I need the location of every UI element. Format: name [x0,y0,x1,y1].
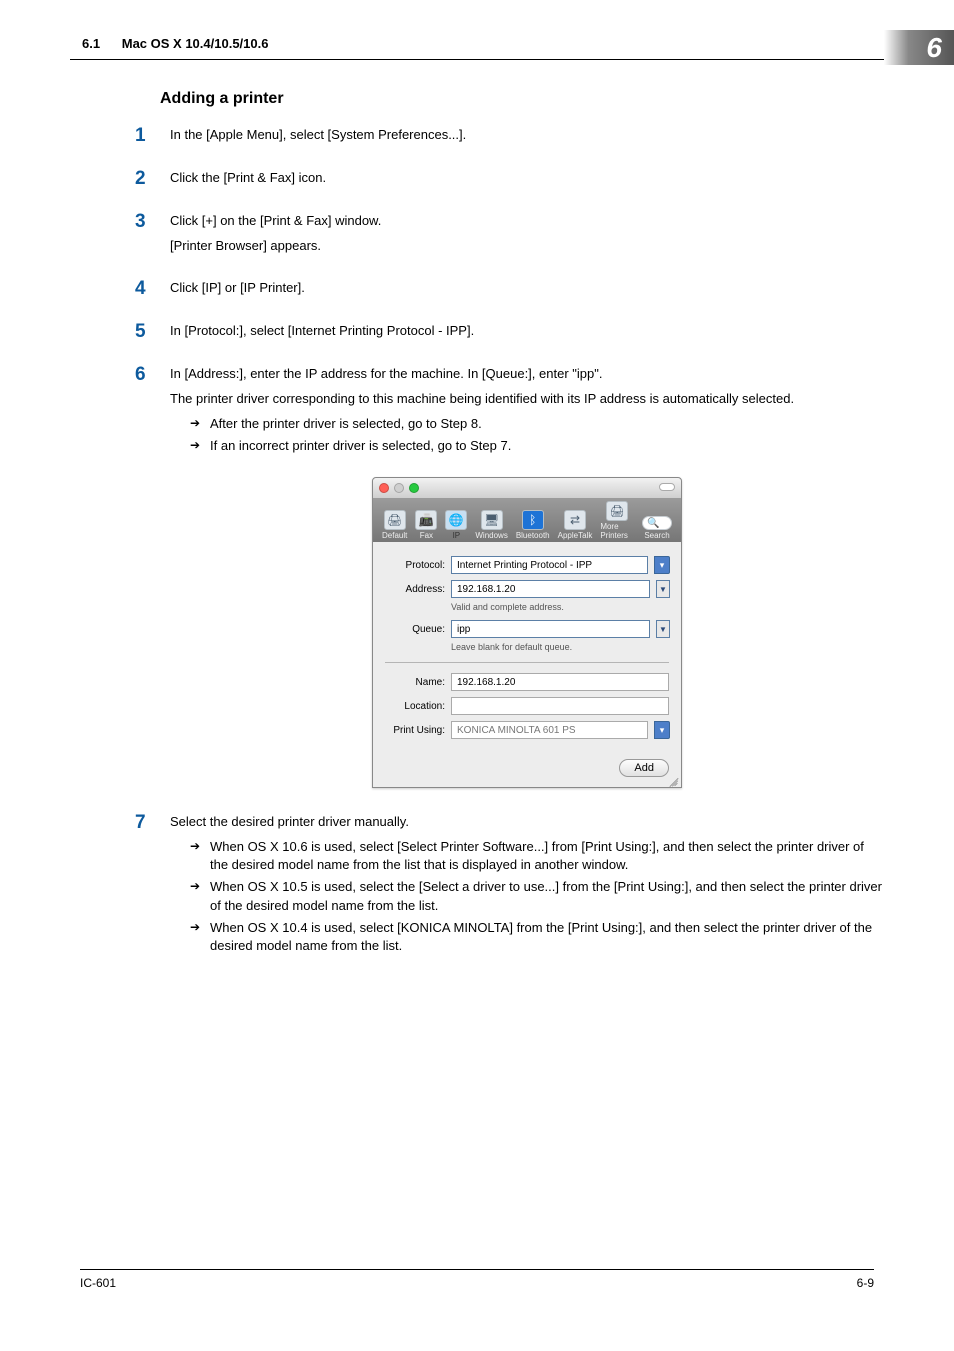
step-number: 4 [135,279,170,304]
substep-list: When OS X 10.6 is used, select [Select P… [190,838,884,955]
queue-helper: Leave blank for default queue. [451,642,669,652]
dropdown-icon[interactable]: ▾ [654,556,670,574]
step-6: 6 In [Address:], enter the IP address fo… [170,365,884,459]
embedded-screenshot: 🖨 Default 📠 Fax 🌐 IP 🖥 Windows [170,477,884,788]
search-input[interactable]: 🔍 [642,516,672,530]
running-header: 6.1 Mac OS X 10.4/10.5/10.6 [82,36,268,51]
combo-arrow-icon[interactable]: ▼ [656,620,670,638]
close-icon[interactable] [379,483,389,493]
toolbar-windows[interactable]: 🖥 Windows [472,510,510,540]
toolbar-default[interactable]: 🖨 Default [379,510,410,540]
step-number: 6 [135,365,170,459]
page-footer: IC-601 6-9 [80,1269,874,1290]
step-number: 1 [135,126,170,151]
step-1: 1 In the [Apple Menu], select [System Pr… [170,126,884,151]
windows-icon: 🖥 [481,510,503,530]
step-text: In the [Apple Menu], select [System Pref… [170,126,884,145]
substep: When OS X 10.5 is used, select the [Sele… [190,878,884,914]
minimize-icon[interactable] [394,483,404,493]
divider [385,662,669,663]
print-using-select[interactable]: KONICA MINOLTA 601 PS [451,721,648,739]
step-number: 5 [135,322,170,347]
toolbar-bluetooth[interactable]: ᛒ Bluetooth [513,510,553,540]
zoom-icon[interactable] [409,483,419,493]
step-number: 2 [135,169,170,194]
step-text: In [Protocol:], select [Internet Printin… [170,322,884,341]
step-3: 3 Click [+] on the [Print & Fax] window.… [170,212,884,262]
dropdown-icon[interactable]: ▾ [654,721,670,739]
toolbar-ip[interactable]: 🌐 IP [442,510,470,540]
protocol-select[interactable]: Internet Printing Protocol - IPP [451,556,648,574]
fax-icon: 📠 [415,510,437,530]
step-text: Click the [Print & Fax] icon. [170,169,884,188]
name-input[interactable]: 192.168.1.20 [451,673,669,691]
window-titlebar [373,478,681,498]
step-list-cont: 7 Select the desired printer driver manu… [170,813,884,959]
queue-input[interactable]: ipp [451,620,650,638]
step-text: Select the desired printer driver manual… [170,813,884,832]
step-text: Click [+] on the [Print & Fax] window. [170,212,884,231]
combo-arrow-icon[interactable]: ▼ [656,580,670,598]
substep: When OS X 10.6 is used, select [Select P… [190,838,884,874]
address-label: Address: [385,584,445,595]
page-title: Adding a printer [160,90,884,108]
toolbar-appletalk[interactable]: ⇄ AppleTalk [555,510,596,540]
location-input[interactable] [451,697,669,715]
step-text: [Printer Browser] appears. [170,237,884,256]
step-number: 3 [135,212,170,262]
print-using-label: Print Using: [385,725,445,736]
chapter-number: 6 [926,32,942,64]
name-label: Name: [385,677,445,688]
toolbar-more-printers[interactable]: 🖨 More Printers [597,501,637,540]
step-list: 1 In the [Apple Menu], select [System Pr… [170,126,884,459]
step-text: Click [IP] or [IP Printer]. [170,279,884,298]
step-number: 7 [135,813,170,959]
globe-icon: 🌐 [445,510,467,530]
printer-icon: 🖨 [384,510,406,530]
footer-right: 6-9 [857,1276,874,1290]
footer-left: IC-601 [80,1276,116,1290]
section-number: 6.1 [82,36,100,51]
address-input[interactable]: 192.168.1.20 [451,580,650,598]
resize-grip-icon[interactable] [668,774,680,786]
toolbar: 🖨 Default 📠 Fax 🌐 IP 🖥 Windows [373,498,681,542]
bluetooth-icon: ᛒ [522,510,544,530]
form-area: Protocol: Internet Printing Protocol - I… [373,542,681,753]
appletalk-icon: ⇄ [564,510,586,530]
address-helper: Valid and complete address. [451,602,669,612]
location-label: Location: [385,701,445,712]
step-text: The printer driver corresponding to this… [170,390,884,409]
step-text: In [Address:], enter the IP address for … [170,365,884,384]
step-5: 5 In [Protocol:], select [Internet Print… [170,322,884,347]
section-label: Mac OS X 10.4/10.5/10.6 [122,36,269,51]
printer-browser-window: 🖨 Default 📠 Fax 🌐 IP 🖥 Windows [372,477,682,788]
queue-label: Queue: [385,624,445,635]
step-7: 7 Select the desired printer driver manu… [170,813,884,959]
protocol-label: Protocol: [385,560,445,571]
step-2: 2 Click the [Print & Fax] icon. [170,169,884,194]
add-button[interactable]: Add [619,759,669,777]
substep-list: After the printer driver is selected, go… [190,415,884,455]
more-printers-icon: 🖨 [606,501,628,521]
toolbar-toggle-icon[interactable] [659,483,675,491]
step-4: 4 Click [IP] or [IP Printer]. [170,279,884,304]
substep: After the printer driver is selected, go… [190,415,884,433]
substep: When OS X 10.4 is used, select [KONICA M… [190,919,884,955]
toolbar-fax[interactable]: 📠 Fax [412,510,440,540]
substep: If an incorrect printer driver is select… [190,437,884,455]
toolbar-search[interactable]: 🔍 Search [639,516,675,540]
chapter-badge: 6 [884,30,954,65]
